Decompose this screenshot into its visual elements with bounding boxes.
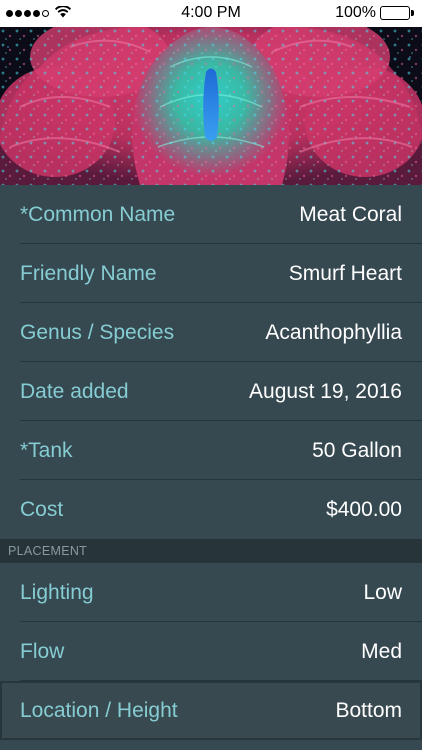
coral-photo[interactable] <box>0 27 422 185</box>
field-label: *Common Name <box>20 202 176 226</box>
field-genus-species[interactable]: Genus / Species Acanthophyllia <box>0 303 422 362</box>
battery-icon <box>380 6 410 20</box>
field-value: $400.00 <box>326 497 402 521</box>
field-value: August 19, 2016 <box>249 379 402 403</box>
field-tank[interactable]: *Tank 50 Gallon <box>0 421 422 480</box>
field-label: Cost <box>20 497 64 521</box>
field-value: Bottom <box>335 698 402 722</box>
field-cost[interactable]: Cost $400.00 <box>0 480 422 539</box>
section-header-placement: PLACEMENT <box>0 539 422 563</box>
field-label: Date added <box>20 379 129 403</box>
field-value: Med <box>361 639 402 663</box>
battery-indicator: 100% <box>335 4 414 22</box>
field-common-name[interactable]: *Common Name Meat Coral <box>0 185 422 244</box>
field-value: 50 Gallon <box>312 438 402 462</box>
field-label: Location / Height <box>20 698 178 722</box>
coral-details-list: *Common Name Meat Coral Friendly Name Sm… <box>0 185 422 740</box>
battery-percent: 100% <box>335 4 376 21</box>
field-friendly-name[interactable]: Friendly Name Smurf Heart <box>0 244 422 303</box>
field-flow[interactable]: Flow Med <box>0 622 422 681</box>
field-label: Genus / Species <box>20 320 175 344</box>
field-label: Flow <box>20 639 65 663</box>
field-label: Lighting <box>20 580 94 604</box>
field-value: Low <box>363 580 402 604</box>
status-bar: 4:00 PM 100% <box>0 0 422 27</box>
field-location-height[interactable]: Location / Height Bottom <box>0 681 422 740</box>
field-label: *Tank <box>20 438 73 462</box>
battery-cap <box>411 10 414 16</box>
field-date-added[interactable]: Date added August 19, 2016 <box>0 362 422 421</box>
coral-photo-image <box>0 27 422 185</box>
field-value: Meat Coral <box>299 202 402 226</box>
field-label: Friendly Name <box>20 261 157 285</box>
field-value: Acanthophyllia <box>265 320 402 344</box>
field-lighting[interactable]: Lighting Low <box>0 563 422 622</box>
field-value: Smurf Heart <box>288 261 402 285</box>
